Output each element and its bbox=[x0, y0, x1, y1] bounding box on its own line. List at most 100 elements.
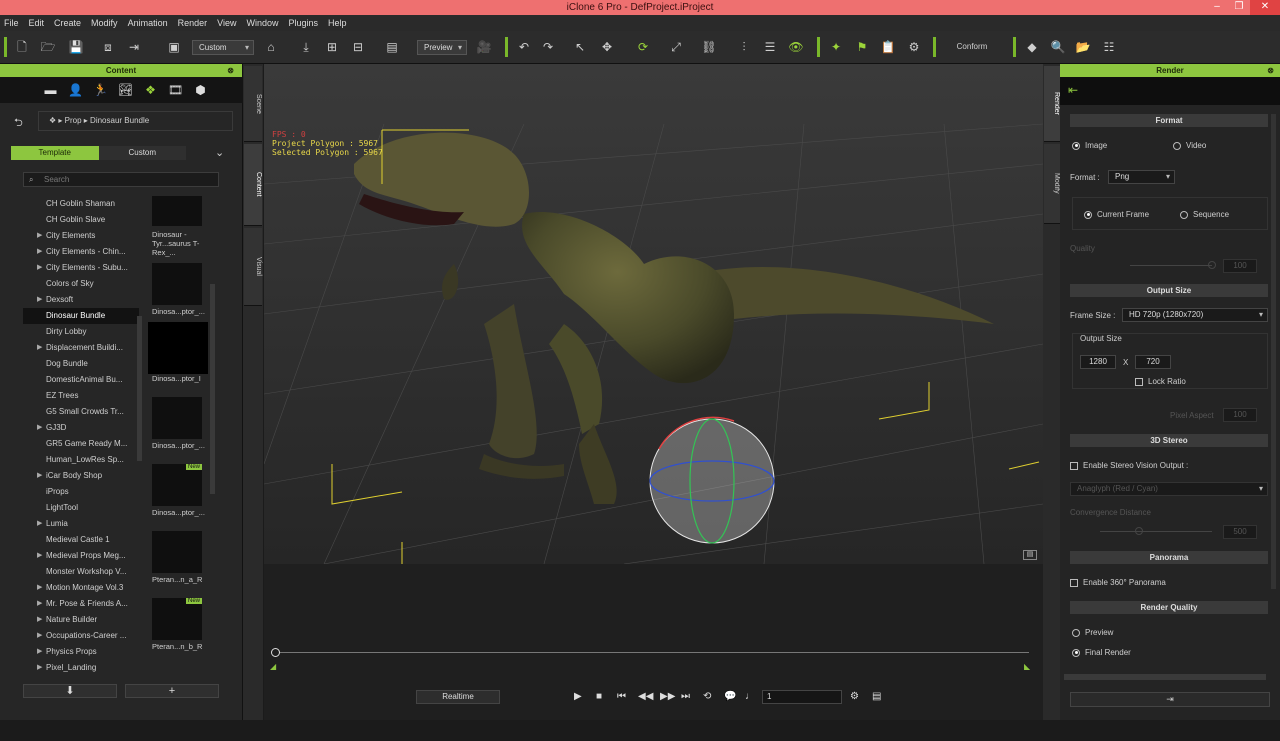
frame-size-select[interactable]: HD 720p (1280x720) bbox=[1122, 308, 1268, 322]
new-file-icon[interactable]: 🗋 bbox=[14, 39, 30, 55]
tree-item[interactable]: ▶ Physics Props bbox=[23, 644, 139, 660]
save-icon[interactable]: 💾 bbox=[68, 39, 84, 55]
tab-visual[interactable]: Visual bbox=[244, 228, 262, 306]
tree-item[interactable]: ▶ City Elements bbox=[23, 228, 139, 244]
first-frame-icon[interactable]: ⏮ bbox=[617, 691, 626, 702]
render-export-button[interactable]: ⇥ bbox=[1070, 692, 1270, 707]
view-mode-select[interactable]: Preview bbox=[417, 40, 467, 55]
section-render-quality[interactable]: Render Quality bbox=[1070, 601, 1268, 614]
prev-frame-icon[interactable]: ◀◀ bbox=[638, 691, 653, 702]
puppet-icon[interactable]: ⚙ bbox=[906, 39, 922, 55]
play-icon[interactable]: ▶ bbox=[574, 691, 582, 702]
flag-icon[interactable]: ⚑ bbox=[854, 39, 870, 55]
expand-arrow-icon[interactable]: ▶ bbox=[37, 596, 42, 612]
avatar-icon[interactable]: 👤 bbox=[63, 83, 88, 97]
maximize-button[interactable]: ❐ bbox=[1228, 0, 1250, 15]
motion-icon[interactable]: 🏃 bbox=[88, 83, 113, 97]
clipboard-icon[interactable]: 📋 bbox=[880, 39, 896, 55]
menu-modify[interactable]: Modify bbox=[91, 18, 118, 28]
fit-view-icon[interactable]: ⊞ bbox=[324, 39, 340, 55]
screen-layout-icon[interactable]: ▤ bbox=[384, 39, 400, 55]
tree-item[interactable]: ▶ GJ3D bbox=[23, 420, 139, 436]
thumbnail-item[interactable]: Dinosaur - Tyr...saurus T-Rex_... bbox=[148, 196, 208, 263]
width-input[interactable]: 1280 bbox=[1080, 355, 1116, 369]
menu-plugins[interactable]: Plugins bbox=[289, 18, 319, 28]
tree-item-selected[interactable]: Dinosaur Bundle bbox=[23, 308, 139, 324]
tab-scene[interactable]: Scene bbox=[244, 66, 262, 142]
expand-arrow-icon[interactable]: ▶ bbox=[37, 228, 42, 244]
tree-item[interactable]: ▶ Nature Builder bbox=[23, 612, 139, 628]
prop-icon[interactable]: ❖ bbox=[138, 83, 163, 97]
expand-arrow-icon[interactable]: ▶ bbox=[37, 628, 42, 644]
sequence-radio[interactable]: Sequence bbox=[1180, 210, 1229, 219]
settings-list-icon[interactable]: ☷ bbox=[1100, 39, 1118, 55]
expand-arrow-icon[interactable]: ▶ bbox=[37, 292, 42, 308]
enable-stereo-checkbox[interactable]: Enable Stereo Vision Output : bbox=[1070, 461, 1188, 470]
tab-custom[interactable]: Custom bbox=[98, 146, 186, 160]
frame-input[interactable]: 1 bbox=[762, 690, 842, 704]
expand-arrow-icon[interactable]: ▶ bbox=[37, 340, 42, 356]
tree-item[interactable]: ▶ Occupations-Career ... bbox=[23, 628, 139, 644]
expand-arrow-icon[interactable]: ▶ bbox=[37, 420, 42, 436]
preset-select[interactable]: Custom bbox=[192, 40, 254, 55]
rotate-icon[interactable]: ⟳ bbox=[634, 39, 652, 55]
tree-item[interactable]: ▶ iCar Body Shop bbox=[23, 468, 139, 484]
add-button[interactable]: + bbox=[125, 684, 219, 698]
close-icon[interactable]: ⊗ bbox=[227, 64, 234, 77]
thumbnail-item-selected[interactable]: Dinosa...ptor_I bbox=[148, 322, 208, 397]
expand-arrow-icon[interactable]: ▶ bbox=[37, 580, 42, 596]
back-icon[interactable]: ⮌ bbox=[14, 114, 23, 133]
tree-item[interactable]: Medieval Castle 1 bbox=[23, 532, 139, 548]
pick-parent-icon[interactable]: ⤓ bbox=[298, 39, 314, 55]
realtime-button[interactable]: Realtime bbox=[416, 690, 500, 704]
download-button[interactable]: ⬇ bbox=[23, 684, 117, 698]
grid-view-icon[interactable]: ⊟ bbox=[350, 39, 366, 55]
search-input[interactable]: ⌕ Search bbox=[23, 172, 219, 187]
loop-icon[interactable]: ⟲ bbox=[703, 691, 711, 702]
tree-item[interactable]: ▶ Pixel_Landing bbox=[23, 660, 139, 676]
music-note-icon[interactable]: ♩ bbox=[745, 691, 755, 702]
section-panorama[interactable]: Panorama bbox=[1070, 551, 1268, 564]
tree-item[interactable]: GR5 Game Ready M... bbox=[23, 436, 139, 452]
tree-item[interactable]: Monster Workshop V... bbox=[23, 564, 139, 580]
next-frame-icon[interactable]: ▶▶ bbox=[660, 691, 675, 702]
diamond-key-icon[interactable]: ◆ bbox=[1024, 39, 1040, 55]
rotation-gizmo[interactable] bbox=[649, 416, 775, 544]
stop-icon[interactable]: ■ bbox=[596, 691, 602, 702]
last-frame-icon[interactable]: ⏭ bbox=[681, 691, 690, 702]
select-arrow-icon[interactable]: ↖ bbox=[572, 39, 588, 55]
thumbnail-item[interactable]: Dinosa...ptor_... bbox=[148, 263, 208, 330]
tab-template[interactable]: Template bbox=[11, 146, 99, 160]
thumbnail-item[interactable]: Dinosa...ptor_... bbox=[148, 397, 208, 464]
menu-render[interactable]: Render bbox=[178, 18, 208, 28]
expand-arrow-icon[interactable]: ▶ bbox=[37, 468, 42, 484]
expand-arrow-icon[interactable]: ▶ bbox=[37, 516, 42, 532]
timeline-settings-icon[interactable]: ⚙ bbox=[850, 691, 859, 702]
expand-arrow-icon[interactable]: ▶ bbox=[37, 260, 42, 276]
render-vertical-scrollbar[interactable] bbox=[1271, 114, 1276, 589]
breadcrumb-prop[interactable]: Prop bbox=[65, 116, 82, 125]
tree-item[interactable]: ▶ City Elements - Chin... bbox=[23, 244, 139, 260]
menu-edit[interactable]: Edit bbox=[29, 18, 45, 28]
scale-icon[interactable]: ⤢ bbox=[668, 39, 684, 55]
final-render-radio[interactable]: Final Render bbox=[1072, 648, 1131, 657]
tree-item[interactable]: ▶ Medieval Props Meg... bbox=[23, 548, 139, 564]
menu-create[interactable]: Create bbox=[54, 18, 81, 28]
menu-help[interactable]: Help bbox=[328, 18, 347, 28]
import-icon[interactable]: ⧈ bbox=[100, 39, 116, 55]
chat-icon[interactable]: 💬 bbox=[724, 691, 736, 702]
align-icon[interactable]: ⫶ bbox=[736, 39, 752, 55]
render-horizontal-scrollbar[interactable] bbox=[1064, 674, 1266, 680]
open-folder-icon[interactable]: 🗁 bbox=[40, 39, 56, 55]
distribute-icon[interactable]: ☰ bbox=[762, 39, 778, 55]
motion-path-icon[interactable]: ✦ bbox=[828, 39, 844, 55]
tree-item[interactable]: ▶ Lumia bbox=[23, 516, 139, 532]
tree-scrollbar[interactable] bbox=[137, 316, 142, 461]
tree-item[interactable]: ▶ City Elements - Subu... bbox=[23, 260, 139, 276]
layout-icon[interactable]: ▣ bbox=[166, 39, 182, 55]
menu-animation[interactable]: Animation bbox=[128, 18, 168, 28]
tab-content[interactable]: Content bbox=[244, 144, 262, 226]
menu-view[interactable]: View bbox=[217, 18, 236, 28]
tree-item[interactable]: ▶ Mr. Pose & Friends A... bbox=[23, 596, 139, 612]
expand-arrow-icon[interactable]: ▶ bbox=[37, 644, 42, 660]
